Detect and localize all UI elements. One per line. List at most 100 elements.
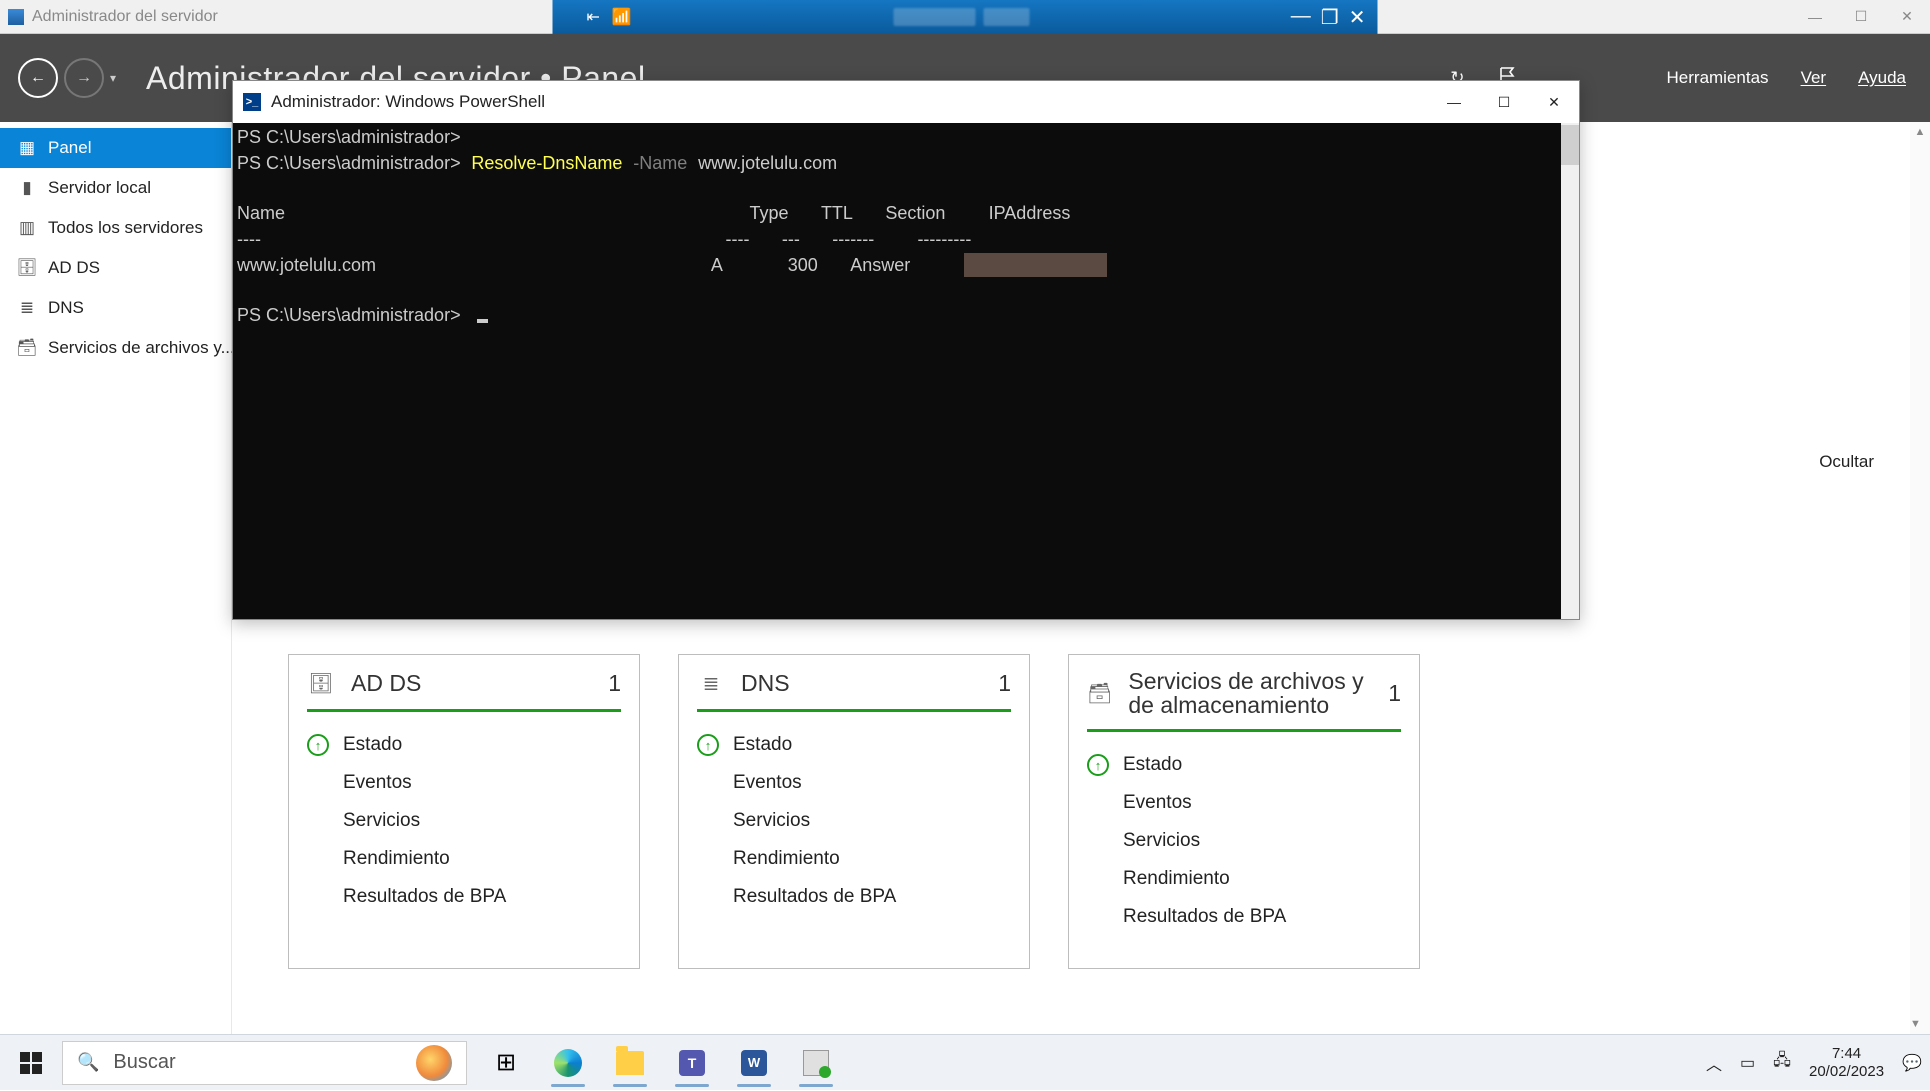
- taskbar-search[interactable]: 🔍 Buscar: [62, 1041, 467, 1085]
- powershell-icon: >_: [243, 93, 261, 111]
- tile-count: 1: [998, 670, 1011, 697]
- powershell-window: >_ Administrador: Windows PowerShell — ☐…: [232, 80, 1580, 620]
- tile-divider: [1087, 729, 1401, 732]
- taskbar-clock[interactable]: 7:44 20/02/2023: [1809, 1045, 1884, 1081]
- tile-row-eventos[interactable]: Eventos: [1087, 784, 1401, 822]
- action-center-button[interactable]: 💬: [1902, 1053, 1922, 1073]
- servers-icon: ▥: [18, 219, 36, 237]
- inner-minimize-button[interactable]: —: [1291, 5, 1311, 30]
- sidebar-item-label: Servidor local: [48, 178, 151, 198]
- ps-close-button[interactable]: ✕: [1529, 81, 1579, 123]
- redacted-ip: ███.██.███.██: [964, 253, 1107, 277]
- search-icon: 🔍: [77, 1052, 99, 1073]
- tile-row-estado[interactable]: ↑Estado: [307, 726, 621, 764]
- battery-icon[interactable]: ▭: [1740, 1053, 1755, 1073]
- tile-row-bpa[interactable]: Resultados de BPA: [307, 878, 621, 916]
- tile-row-eventos[interactable]: Eventos: [697, 764, 1011, 802]
- sidebar-item-dns[interactable]: ≣ DNS: [0, 288, 231, 328]
- tile-row-bpa[interactable]: Resultados de BPA: [697, 878, 1011, 916]
- ps-maximize-button[interactable]: ☐: [1479, 81, 1529, 123]
- network-icon[interactable]: 🖧: [1773, 1049, 1791, 1076]
- sidebar-item-label: Panel: [48, 138, 91, 158]
- tile-title: DNS: [741, 670, 790, 697]
- nav-forward-button: →: [64, 58, 104, 98]
- server-manager-task-icon: [803, 1050, 829, 1076]
- quickstart-panel-border: [1584, 189, 1874, 551]
- menu-ver[interactable]: Ver: [1801, 68, 1827, 88]
- menu-ayuda[interactable]: Ayuda: [1858, 68, 1906, 88]
- scroll-down-icon[interactable]: ▼: [1910, 1014, 1921, 1034]
- sidebar-item-adds[interactable]: 🗄 AD DS: [0, 248, 231, 288]
- storage-icon: 🗃: [1087, 679, 1112, 707]
- tile-row-rendimiento[interactable]: Rendimiento: [697, 840, 1011, 878]
- pin-icon[interactable]: ⇤: [587, 7, 600, 27]
- sidebar-item-all-servers[interactable]: ▥ Todos los servidores: [0, 208, 231, 248]
- taskbar: 🔍 Buscar ⊞ T W ︿ ▭ 🖧 7:44 20/02/2023 💬: [0, 1034, 1930, 1090]
- inner-window-controls: ⇤ 📶 — ❐ ✕: [553, 0, 1378, 34]
- nav-back-button[interactable]: ←: [18, 58, 58, 98]
- tile-adds[interactable]: 🗄 AD DS 1 ↑Estado Eventos Servicios Rend…: [288, 654, 640, 969]
- ps-scrollbar[interactable]: [1561, 123, 1579, 619]
- dashboard-icon: ▦: [18, 139, 36, 157]
- outer-close-button[interactable]: ✕: [1884, 0, 1930, 34]
- inner-restore-button[interactable]: ❐: [1321, 5, 1339, 30]
- dns-icon: ≣: [697, 669, 725, 697]
- tile-row-eventos[interactable]: Eventos: [307, 764, 621, 802]
- task-view-button[interactable]: ⊞: [475, 1035, 537, 1091]
- tile-row-estado[interactable]: ↑Estado: [1087, 746, 1401, 784]
- nav-history-dropdown[interactable]: ▾: [110, 71, 116, 85]
- dns-icon: ≣: [18, 299, 36, 317]
- ps-minimize-button[interactable]: —: [1429, 81, 1479, 123]
- status-up-icon: ↑: [1087, 754, 1109, 776]
- powershell-console[interactable]: PS C:\Users\administrador> PS C:\Users\a…: [233, 123, 1579, 619]
- content-scrollbar[interactable]: ▲ ▼: [1910, 122, 1930, 1034]
- inner-close-button[interactable]: ✕: [1349, 5, 1366, 30]
- menu-herramientas[interactable]: Herramientas: [1667, 68, 1769, 88]
- search-placeholder: Buscar: [113, 1051, 175, 1074]
- tile-count: 1: [1388, 680, 1401, 707]
- tile-row-servicios[interactable]: Servicios: [697, 802, 1011, 840]
- sidebar-item-local-server[interactable]: ▮ Servidor local: [0, 168, 231, 208]
- ocultar-link[interactable]: Ocultar: [1819, 452, 1874, 471]
- tile-row-rendimiento[interactable]: Rendimiento: [1087, 860, 1401, 898]
- powershell-title: Administrador: Windows PowerShell: [271, 92, 545, 112]
- scroll-up-icon[interactable]: ▲: [1910, 122, 1930, 142]
- taskbar-teams[interactable]: T: [661, 1035, 723, 1091]
- server-manager-icon: [8, 9, 24, 25]
- tile-file-services[interactable]: 🗃 Servicios de archivos y de almacenamie…: [1068, 654, 1420, 969]
- sidebar-item-label: Todos los servidores: [48, 218, 203, 238]
- outer-maximize-button[interactable]: ☐: [1838, 0, 1884, 34]
- cortana-icon[interactable]: [416, 1045, 452, 1081]
- sidebar-item-label: AD DS: [48, 258, 100, 278]
- cursor: [477, 319, 488, 323]
- signal-icon: 📶: [612, 7, 632, 27]
- tile-row-servicios[interactable]: Servicios: [307, 802, 621, 840]
- tile-row-estado[interactable]: ↑Estado: [697, 726, 1011, 764]
- tile-row-rendimiento[interactable]: Rendimiento: [307, 840, 621, 878]
- tile-divider: [307, 709, 621, 712]
- tile-title: Servicios de archivos y de almacenamient…: [1128, 669, 1372, 717]
- taskbar-edge[interactable]: [537, 1035, 599, 1091]
- tile-row-servicios[interactable]: Servicios: [1087, 822, 1401, 860]
- powershell-titlebar[interactable]: >_ Administrador: Windows PowerShell — ☐…: [233, 81, 1579, 123]
- window-title: Administrador del servidor: [32, 8, 218, 26]
- taskbar-explorer[interactable]: [599, 1035, 661, 1091]
- outer-minimize-button[interactable]: —: [1792, 0, 1838, 34]
- tile-count: 1: [608, 670, 621, 697]
- tile-dns[interactable]: ≣ DNS 1 ↑Estado Eventos Servicios Rendim…: [678, 654, 1030, 969]
- inner-title-blurred-2: [983, 8, 1029, 26]
- tile-row-bpa[interactable]: Resultados de BPA: [1087, 898, 1401, 936]
- sidebar-item-label: Servicios de archivos y...: [48, 338, 235, 358]
- system-tray: ︿ ▭ 🖧 7:44 20/02/2023 💬: [1706, 1045, 1930, 1081]
- start-button[interactable]: [0, 1035, 62, 1091]
- server-icon: ▮: [18, 179, 36, 197]
- folder-icon: [616, 1051, 644, 1075]
- storage-icon: 🗃: [18, 339, 36, 357]
- sidebar-item-file-services[interactable]: 🗃 Servicios de archivos y...: [0, 328, 231, 368]
- teams-icon: T: [679, 1050, 705, 1076]
- taskbar-word[interactable]: W: [723, 1035, 785, 1091]
- role-tiles: 🗄 AD DS 1 ↑Estado Eventos Servicios Rend…: [288, 654, 1906, 969]
- sidebar-item-panel[interactable]: ▦ Panel: [0, 128, 231, 168]
- tray-overflow-button[interactable]: ︿: [1706, 1051, 1722, 1075]
- taskbar-server-manager[interactable]: [785, 1035, 847, 1091]
